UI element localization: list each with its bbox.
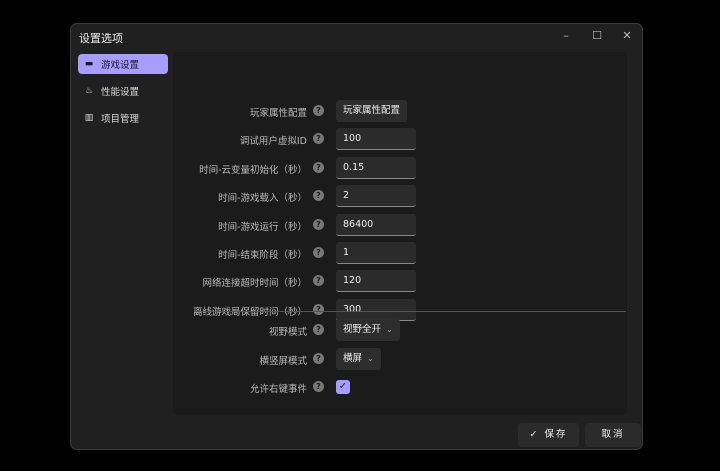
help-icon[interactable]: ? [313, 190, 324, 202]
sidebar-item-project[interactable]: ▥ 项目管理 [78, 108, 168, 128]
divider [194, 311, 626, 312]
maximize-button[interactable]: ☐ [582, 26, 612, 46]
dropdown-value: 横屏 [343, 353, 363, 364]
setting-input[interactable]: 2 [336, 185, 416, 208]
setting-label: 时间-游戏载入（秒） [218, 193, 307, 205]
setting-input[interactable]: 0.15 [336, 156, 416, 179]
setting-row: 网络连接超时时间（秒）? 120 [173, 270, 627, 293]
help-icon[interactable]: ? [313, 247, 324, 258]
help-icon[interactable]: ? [313, 303, 324, 315]
setting-row: 玩家属性配置? 玩家属性配置 [173, 100, 627, 122]
settings-panel: 玩家属性配置? 玩家属性配置调试用户虚拟ID? 100 时间-云变量初始化（秒）? 0.… [173, 52, 627, 415]
setting-label: 横竖屏模式 [259, 356, 307, 367]
help-icon[interactable]: ? [313, 381, 324, 392]
player-attributes-button[interactable]: 玩家属性配置 [336, 100, 408, 122]
setting-row: 时间-结束阶段（秒）? 1 [173, 242, 627, 264]
help-icon[interactable]: ? [313, 218, 324, 230]
minimize-button[interactable]: – [551, 26, 581, 46]
setting-row: 调试用户虚拟ID? 100 [173, 128, 627, 151]
setting-input[interactable]: 1 [336, 242, 416, 264]
chevron-down-icon: ⌄ [367, 354, 374, 363]
right-click-row: 允许右键事件 ? ✓ [173, 376, 627, 398]
setting-label: 网络连接超时时间（秒） [202, 278, 307, 290]
dialog-title: 设置选项 [79, 32, 123, 45]
setting-row: 时间-游戏运行（秒）? 86400 [173, 213, 627, 236]
setting-label: 玩家属性配置 [249, 108, 307, 119]
help-icon[interactable]: ? [313, 161, 324, 173]
sidebar-item-game-settings[interactable]: ▬ 游戏设置 [78, 54, 168, 74]
sidebar-item-label: 性能设置 [101, 87, 140, 98]
sidebar-item-label: 游戏设置 [101, 60, 140, 71]
settings-dialog: 设置选项 – ☐ ✕ ▬ 游戏设置 ♨ 性能设置 ▥ 项目管理 玩家属性配置? 玩家属性… [70, 23, 643, 450]
setting-label: 允许右键事件 [249, 384, 307, 395]
setting-input[interactable]: 100 [336, 128, 416, 151]
close-button[interactable]: ✕ [612, 26, 642, 46]
right-click-checkbox[interactable]: ✓ [336, 380, 350, 394]
setting-row: 离线游戏局保留时间（秒）? 300 [173, 298, 627, 321]
view-mode-dropdown[interactable]: 视野全开 ⌄ [336, 319, 400, 341]
save-button[interactable]: ✓ 保存 [518, 423, 579, 447]
folder-icon: ▬ [84, 59, 94, 69]
setting-label: 时间-结束阶段（秒） [218, 250, 307, 261]
setting-row: 时间-游戏载入（秒）? 2 [173, 185, 627, 208]
orientation-row: 横竖屏模式 ? 横屏 ⌄ [173, 348, 627, 370]
flame-icon: ♨ [84, 86, 94, 96]
help-icon[interactable]: ? [313, 105, 324, 116]
orientation-dropdown[interactable]: 横屏 ⌄ [336, 348, 381, 370]
sidebar-item-label: 项目管理 [101, 114, 140, 125]
help-icon[interactable]: ? [313, 275, 324, 287]
setting-label: 时间-云变量初始化（秒） [199, 164, 307, 176]
setting-label: 视野模式 [268, 327, 307, 338]
setting-input[interactable]: 86400 [336, 213, 416, 236]
view-mode-row: 视野模式 ? 视野全开 ⌄ [173, 319, 627, 341]
help-icon[interactable]: ? [313, 324, 324, 335]
setting-label: 调试用户虚拟ID [239, 136, 307, 148]
books-icon: ▥ [84, 113, 94, 123]
setting-label: 时间-游戏运行（秒） [218, 221, 307, 233]
setting-input[interactable]: 120 [336, 270, 416, 293]
help-icon[interactable]: ? [313, 133, 324, 145]
dropdown-value: 视野全开 [343, 324, 382, 335]
cancel-button[interactable]: 取消 [585, 423, 641, 447]
chevron-down-icon: ⌄ [386, 325, 393, 334]
sidebar: ▬ 游戏设置 ♨ 性能设置 ▥ 项目管理 [78, 54, 168, 135]
setting-input[interactable]: 300 [336, 298, 416, 321]
setting-row: 时间-云变量初始化（秒）? 0.15 [173, 156, 627, 179]
sidebar-item-performance[interactable]: ♨ 性能设置 [78, 81, 168, 101]
help-icon[interactable]: ? [313, 353, 324, 364]
